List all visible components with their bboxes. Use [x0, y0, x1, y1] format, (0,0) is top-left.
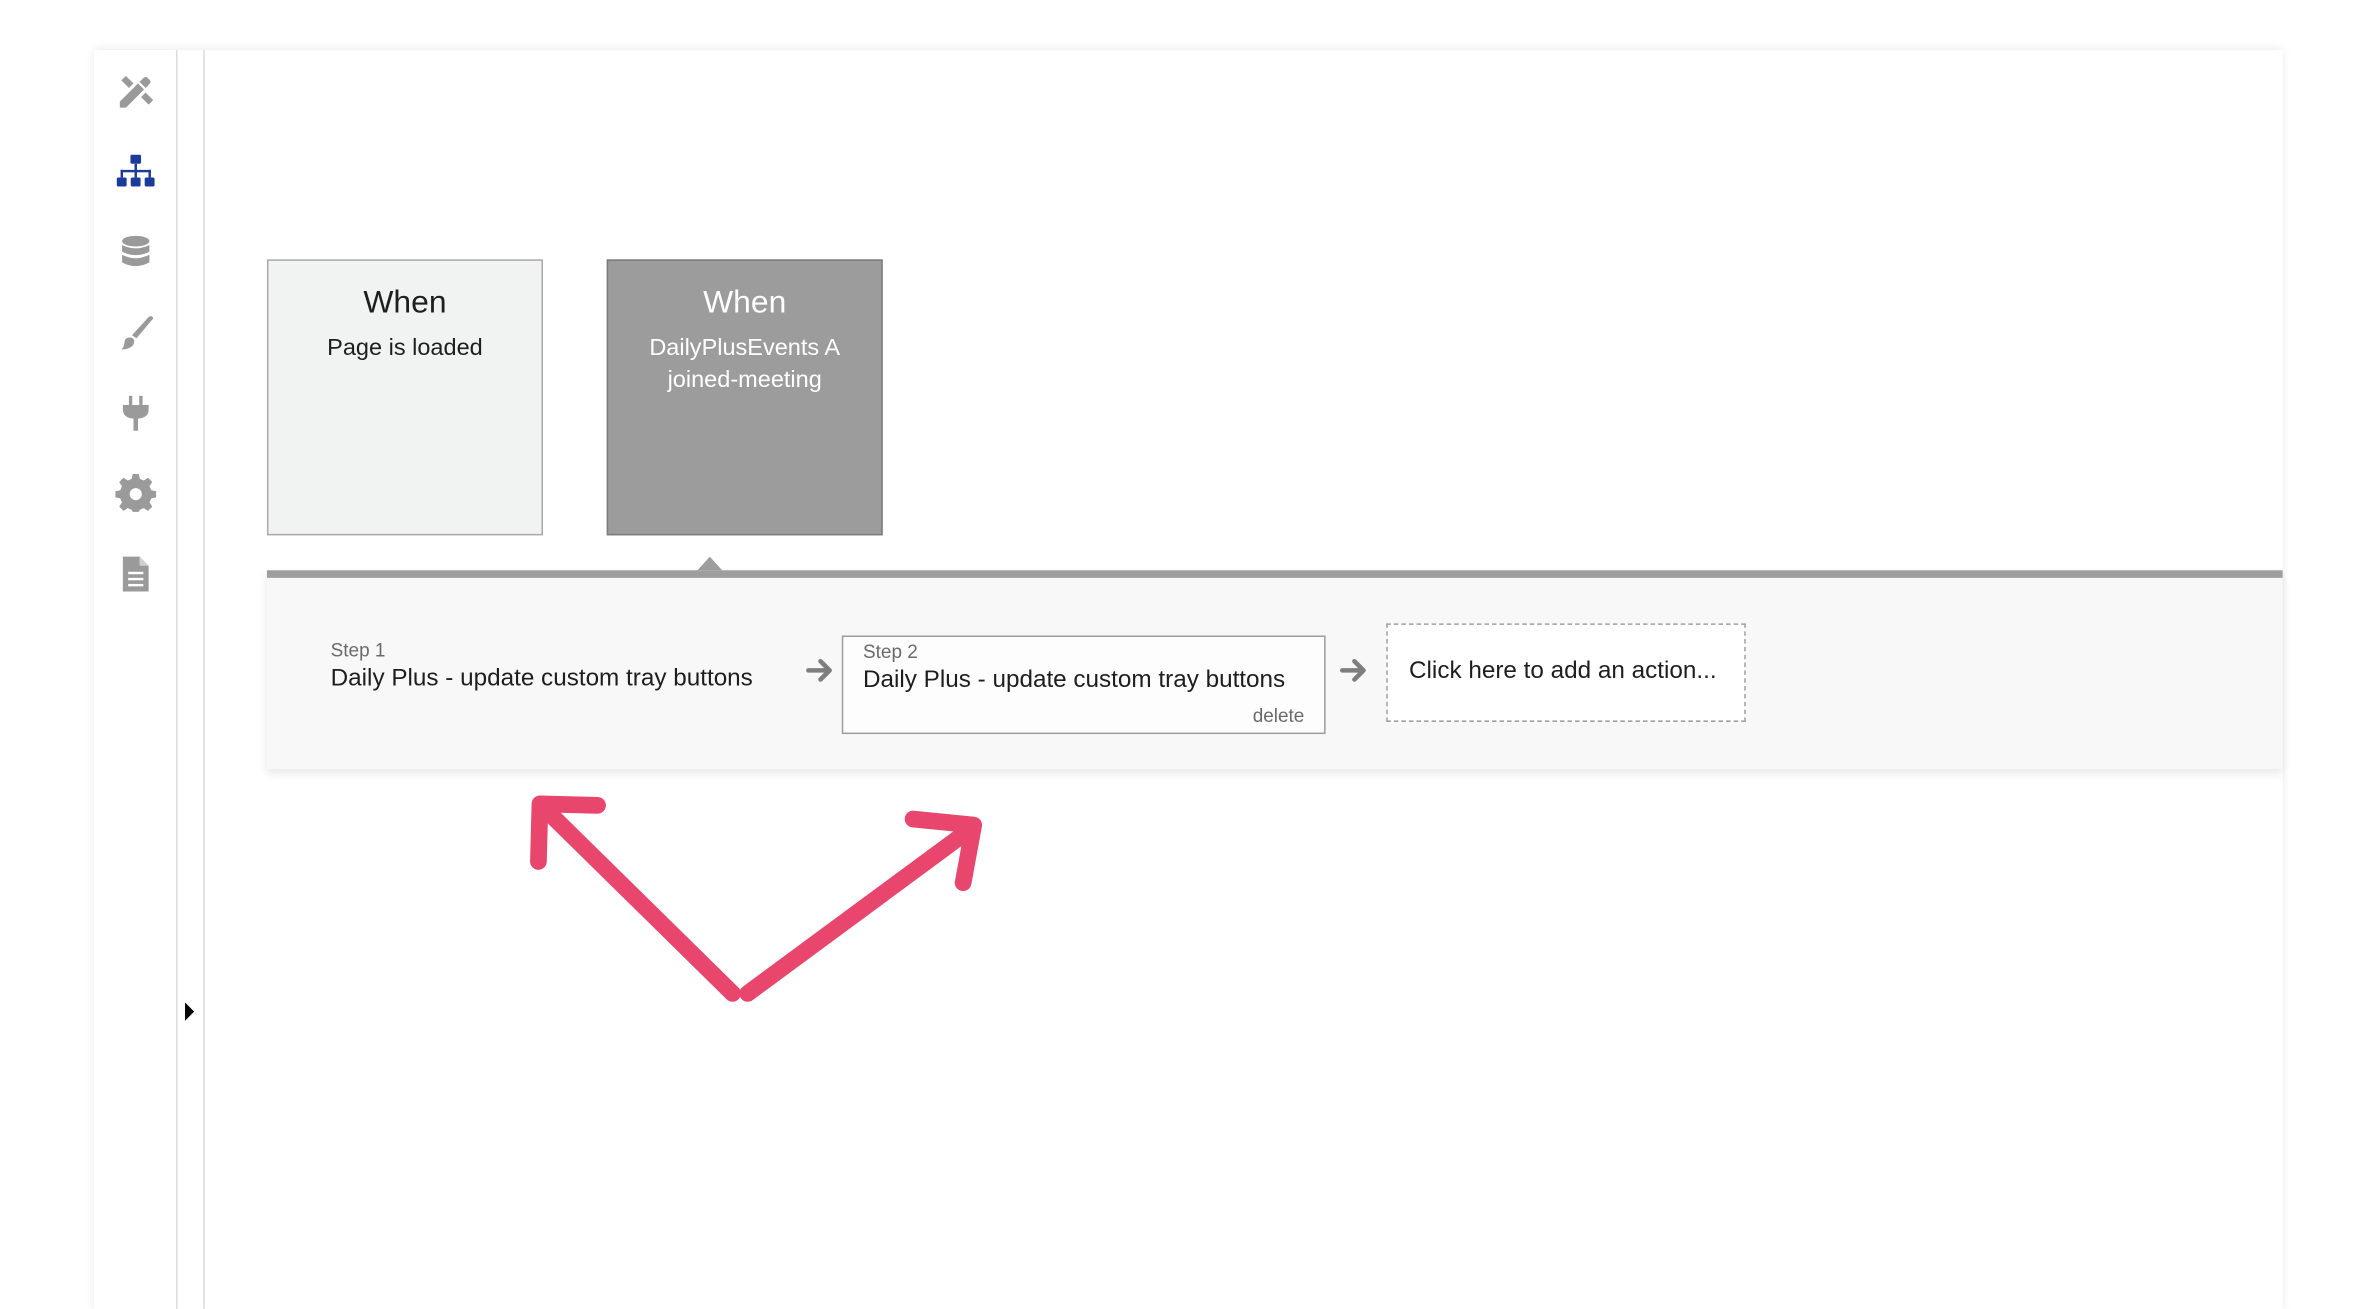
event-when-label: When — [363, 285, 447, 321]
event-card-joined-meeting[interactable]: When DailyPlusEvents A joined-meeting — [606, 259, 883, 536]
caret-right-icon[interactable] — [184, 1001, 196, 1022]
document-icon[interactable] — [115, 554, 156, 595]
action-step-2[interactable]: Step 2 Daily Plus - update custom tray b… — [841, 635, 1326, 735]
event-trigger: DailyPlusEvents A joined-meeting — [649, 335, 841, 393]
event-trigger: Page is loaded — [327, 335, 483, 361]
design-tools-icon[interactable] — [115, 71, 156, 112]
action-step-1[interactable]: Step 1 Daily Plus - update custom tray b… — [331, 639, 753, 697]
sidebar — [94, 50, 178, 1309]
actions-panel: Step 1 Daily Plus - update custom tray b… — [266, 570, 2283, 769]
plug-icon[interactable] — [115, 393, 156, 434]
step-title: Daily Plus - update custom tray buttons — [330, 665, 753, 692]
database-icon[interactable] — [115, 232, 156, 273]
panel-divider — [203, 50, 205, 1309]
event-card-page-loaded[interactable]: When Page is loaded — [266, 259, 543, 536]
paintbrush-icon[interactable] — [115, 312, 156, 353]
step-label: Step 2 — [863, 641, 918, 663]
add-action-button[interactable]: Click here to add an action... — [1386, 623, 1746, 722]
event-when-label: When — [703, 285, 787, 321]
arrow-right-icon — [1339, 657, 1369, 684]
step-label: Step 1 — [330, 640, 386, 662]
double-arrow-annotation-icon — [516, 789, 1001, 1032]
step-title: Daily Plus - update custom tray buttons — [863, 667, 1286, 694]
delete-step-link[interactable]: delete — [1253, 705, 1305, 726]
arrow-right-icon — [805, 657, 835, 684]
workflow-sitemap-icon[interactable] — [115, 152, 156, 193]
gear-icon[interactable] — [115, 473, 157, 514]
